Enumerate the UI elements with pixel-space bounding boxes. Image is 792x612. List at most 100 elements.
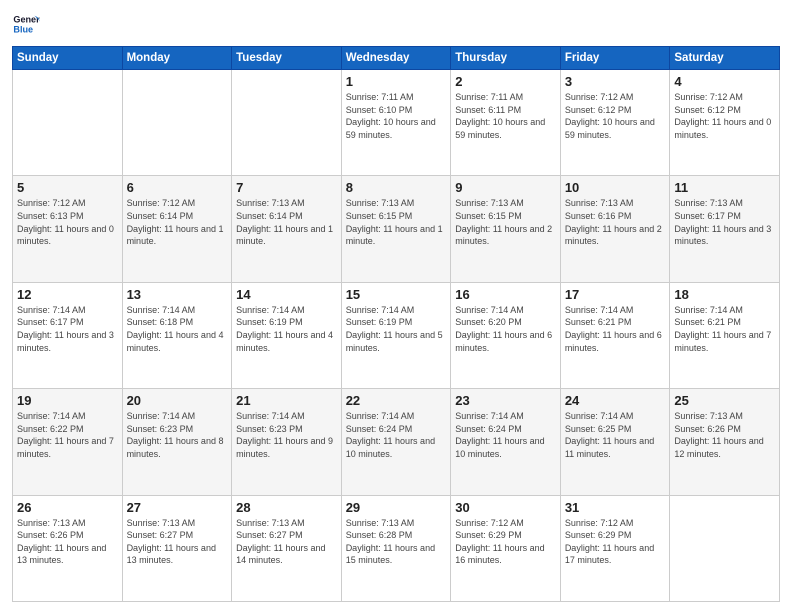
svg-text:General: General — [13, 15, 40, 25]
day-info: Sunrise: 7:14 AM Sunset: 6:23 PM Dayligh… — [127, 410, 228, 460]
calendar-cell: 13 Sunrise: 7:14 AM Sunset: 6:18 PM Dayli… — [122, 282, 232, 388]
calendar-cell: 5Sunrise: 7:12 AM Sunset: 6:13 PM Daylig… — [13, 176, 123, 282]
day-number: 8 — [346, 180, 447, 195]
day-number: 17 — [565, 287, 666, 302]
day-info: Sunrise: 7:13 AM Sunset: 6:26 PM Dayligh… — [674, 410, 775, 460]
day-number: 21 — [236, 393, 337, 408]
day-info: Sunrise: 7:12 AM Sunset: 6:29 PM Dayligh… — [455, 517, 556, 567]
day-number: 27 — [127, 500, 228, 515]
day-number: 2 — [455, 74, 556, 89]
day-number: 16 — [455, 287, 556, 302]
day-number: 4 — [674, 74, 775, 89]
calendar-cell: 3 Sunrise: 7:12 AM Sunset: 6:12 PM Daylig… — [560, 70, 670, 176]
day-number: 3 — [565, 74, 666, 89]
calendar-cell: 21 Sunrise: 7:14 AM Sunset: 6:23 PM Dayli… — [232, 389, 342, 495]
calendar-cell: 24 Sunrise: 7:14 AM Sunset: 6:25 PM Dayli… — [560, 389, 670, 495]
calendar-week-row: 1Sunrise: 7:11 AM Sunset: 6:10 PM Daylig… — [13, 70, 780, 176]
day-number: 24 — [565, 393, 666, 408]
col-header-monday: Monday — [122, 47, 232, 70]
day-info: Sunrise: 7:13 AM Sunset: 6:15 PM Dayligh… — [346, 197, 447, 247]
calendar-cell: 22 Sunrise: 7:14 AM Sunset: 6:24 PM Dayli… — [341, 389, 451, 495]
calendar-cell: 14 Sunrise: 7:14 AM Sunset: 6:19 PM Dayli… — [232, 282, 342, 388]
day-info: Sunrise: 7:12 AM Sunset: 6:12 PM Dayligh… — [565, 91, 666, 141]
day-number: 28 — [236, 500, 337, 515]
col-header-wednesday: Wednesday — [341, 47, 451, 70]
calendar-week-row: 26 Sunrise: 7:13 AM Sunset: 6:26 PM Dayli… — [13, 495, 780, 601]
calendar-cell: 12Sunrise: 7:14 AM Sunset: 6:17 PM Dayli… — [13, 282, 123, 388]
day-info: Sunrise: 7:13 AM Sunset: 6:16 PM Dayligh… — [565, 197, 666, 247]
calendar-cell: 11 Sunrise: 7:13 AM Sunset: 6:17 PM Dayli… — [670, 176, 780, 282]
calendar-cell: 28 Sunrise: 7:13 AM Sunset: 6:27 PM Dayli… — [232, 495, 342, 601]
calendar-cell: 10 Sunrise: 7:13 AM Sunset: 6:16 PM Dayli… — [560, 176, 670, 282]
day-number: 30 — [455, 500, 556, 515]
day-number: 18 — [674, 287, 775, 302]
logo-icon: General Blue — [12, 10, 40, 38]
day-number: 22 — [346, 393, 447, 408]
day-info: Sunrise: 7:12 AM Sunset: 6:12 PM Dayligh… — [674, 91, 775, 141]
day-info: Sunrise: 7:14 AM Sunset: 6:19 PM Dayligh… — [236, 304, 337, 354]
calendar-cell — [122, 70, 232, 176]
page: General Blue SundayMondayTuesdayWednesda… — [0, 0, 792, 612]
day-info: Sunrise: 7:13 AM Sunset: 6:26 PM Dayligh… — [17, 517, 118, 567]
calendar-week-row: 19 Sunrise: 7:14 AM Sunset: 6:22 PM Dayli… — [13, 389, 780, 495]
day-info: Sunrise: 7:14 AM Sunset: 6:25 PM Dayligh… — [565, 410, 666, 460]
day-info: Sunrise: 7:13 AM Sunset: 6:17 PM Dayligh… — [674, 197, 775, 247]
day-info: Sunrise: 7:14 AM Sunset: 6:21 PM Dayligh… — [565, 304, 666, 354]
day-info: Sunrise: 7:13 AM Sunset: 6:27 PM Dayligh… — [236, 517, 337, 567]
day-number: 14 — [236, 287, 337, 302]
day-info: Sunrise: 7:12 AM Sunset: 6:14 PM Dayligh… — [127, 197, 228, 247]
calendar-cell: 30 Sunrise: 7:12 AM Sunset: 6:29 PM Dayli… — [451, 495, 561, 601]
day-info: Sunrise: 7:13 AM Sunset: 6:14 PM Dayligh… — [236, 197, 337, 247]
calendar-cell — [670, 495, 780, 601]
calendar-week-row: 5Sunrise: 7:12 AM Sunset: 6:13 PM Daylig… — [13, 176, 780, 282]
col-header-friday: Friday — [560, 47, 670, 70]
day-info: Sunrise: 7:14 AM Sunset: 6:17 PM Dayligh… — [17, 304, 118, 354]
day-info: Sunrise: 7:14 AM Sunset: 6:23 PM Dayligh… — [236, 410, 337, 460]
calendar-cell: 18Sunrise: 7:14 AM Sunset: 6:21 PM Dayli… — [670, 282, 780, 388]
calendar-cell: 23 Sunrise: 7:14 AM Sunset: 6:24 PM Dayli… — [451, 389, 561, 495]
day-number: 31 — [565, 500, 666, 515]
calendar-cell: 27 Sunrise: 7:13 AM Sunset: 6:27 PM Dayli… — [122, 495, 232, 601]
calendar-cell: 20Sunrise: 7:14 AM Sunset: 6:23 PM Dayli… — [122, 389, 232, 495]
calendar-cell: 1Sunrise: 7:11 AM Sunset: 6:10 PM Daylig… — [341, 70, 451, 176]
day-number: 11 — [674, 180, 775, 195]
col-header-saturday: Saturday — [670, 47, 780, 70]
calendar-cell: 19 Sunrise: 7:14 AM Sunset: 6:22 PM Dayli… — [13, 389, 123, 495]
day-number: 15 — [346, 287, 447, 302]
day-number: 19 — [17, 393, 118, 408]
header: General Blue — [12, 10, 780, 38]
calendar-cell: 15 Sunrise: 7:14 AM Sunset: 6:19 PM Dayli… — [341, 282, 451, 388]
calendar-cell: 9Sunrise: 7:13 AM Sunset: 6:15 PM Daylig… — [451, 176, 561, 282]
day-info: Sunrise: 7:14 AM Sunset: 6:22 PM Dayligh… — [17, 410, 118, 460]
day-number: 1 — [346, 74, 447, 89]
day-info: Sunrise: 7:14 AM Sunset: 6:24 PM Dayligh… — [455, 410, 556, 460]
day-info: Sunrise: 7:14 AM Sunset: 6:20 PM Dayligh… — [455, 304, 556, 354]
calendar-week-row: 12Sunrise: 7:14 AM Sunset: 6:17 PM Dayli… — [13, 282, 780, 388]
day-number: 9 — [455, 180, 556, 195]
col-header-sunday: Sunday — [13, 47, 123, 70]
col-header-thursday: Thursday — [451, 47, 561, 70]
day-info: Sunrise: 7:13 AM Sunset: 6:27 PM Dayligh… — [127, 517, 228, 567]
calendar-cell: 29 Sunrise: 7:13 AM Sunset: 6:28 PM Dayli… — [341, 495, 451, 601]
day-info: Sunrise: 7:14 AM Sunset: 6:24 PM Dayligh… — [346, 410, 447, 460]
calendar-table: SundayMondayTuesdayWednesdayThursdayFrid… — [12, 46, 780, 602]
day-number: 10 — [565, 180, 666, 195]
col-header-tuesday: Tuesday — [232, 47, 342, 70]
day-number: 25 — [674, 393, 775, 408]
svg-text:Blue: Blue — [13, 24, 33, 34]
day-number: 23 — [455, 393, 556, 408]
calendar-cell: 4 Sunrise: 7:12 AM Sunset: 6:12 PM Daylig… — [670, 70, 780, 176]
day-number: 6 — [127, 180, 228, 195]
calendar-cell: 26 Sunrise: 7:13 AM Sunset: 6:26 PM Dayli… — [13, 495, 123, 601]
calendar-cell: 8 Sunrise: 7:13 AM Sunset: 6:15 PM Daylig… — [341, 176, 451, 282]
day-info: Sunrise: 7:13 AM Sunset: 6:28 PM Dayligh… — [346, 517, 447, 567]
day-info: Sunrise: 7:14 AM Sunset: 6:19 PM Dayligh… — [346, 304, 447, 354]
logo: General Blue — [12, 10, 42, 38]
calendar-cell: 25 Sunrise: 7:13 AM Sunset: 6:26 PM Dayli… — [670, 389, 780, 495]
day-number: 29 — [346, 500, 447, 515]
day-info: Sunrise: 7:14 AM Sunset: 6:18 PM Dayligh… — [127, 304, 228, 354]
calendar-cell: 16 Sunrise: 7:14 AM Sunset: 6:20 PM Dayli… — [451, 282, 561, 388]
day-number: 13 — [127, 287, 228, 302]
day-number: 26 — [17, 500, 118, 515]
calendar-cell: 17 Sunrise: 7:14 AM Sunset: 6:21 PM Dayli… — [560, 282, 670, 388]
